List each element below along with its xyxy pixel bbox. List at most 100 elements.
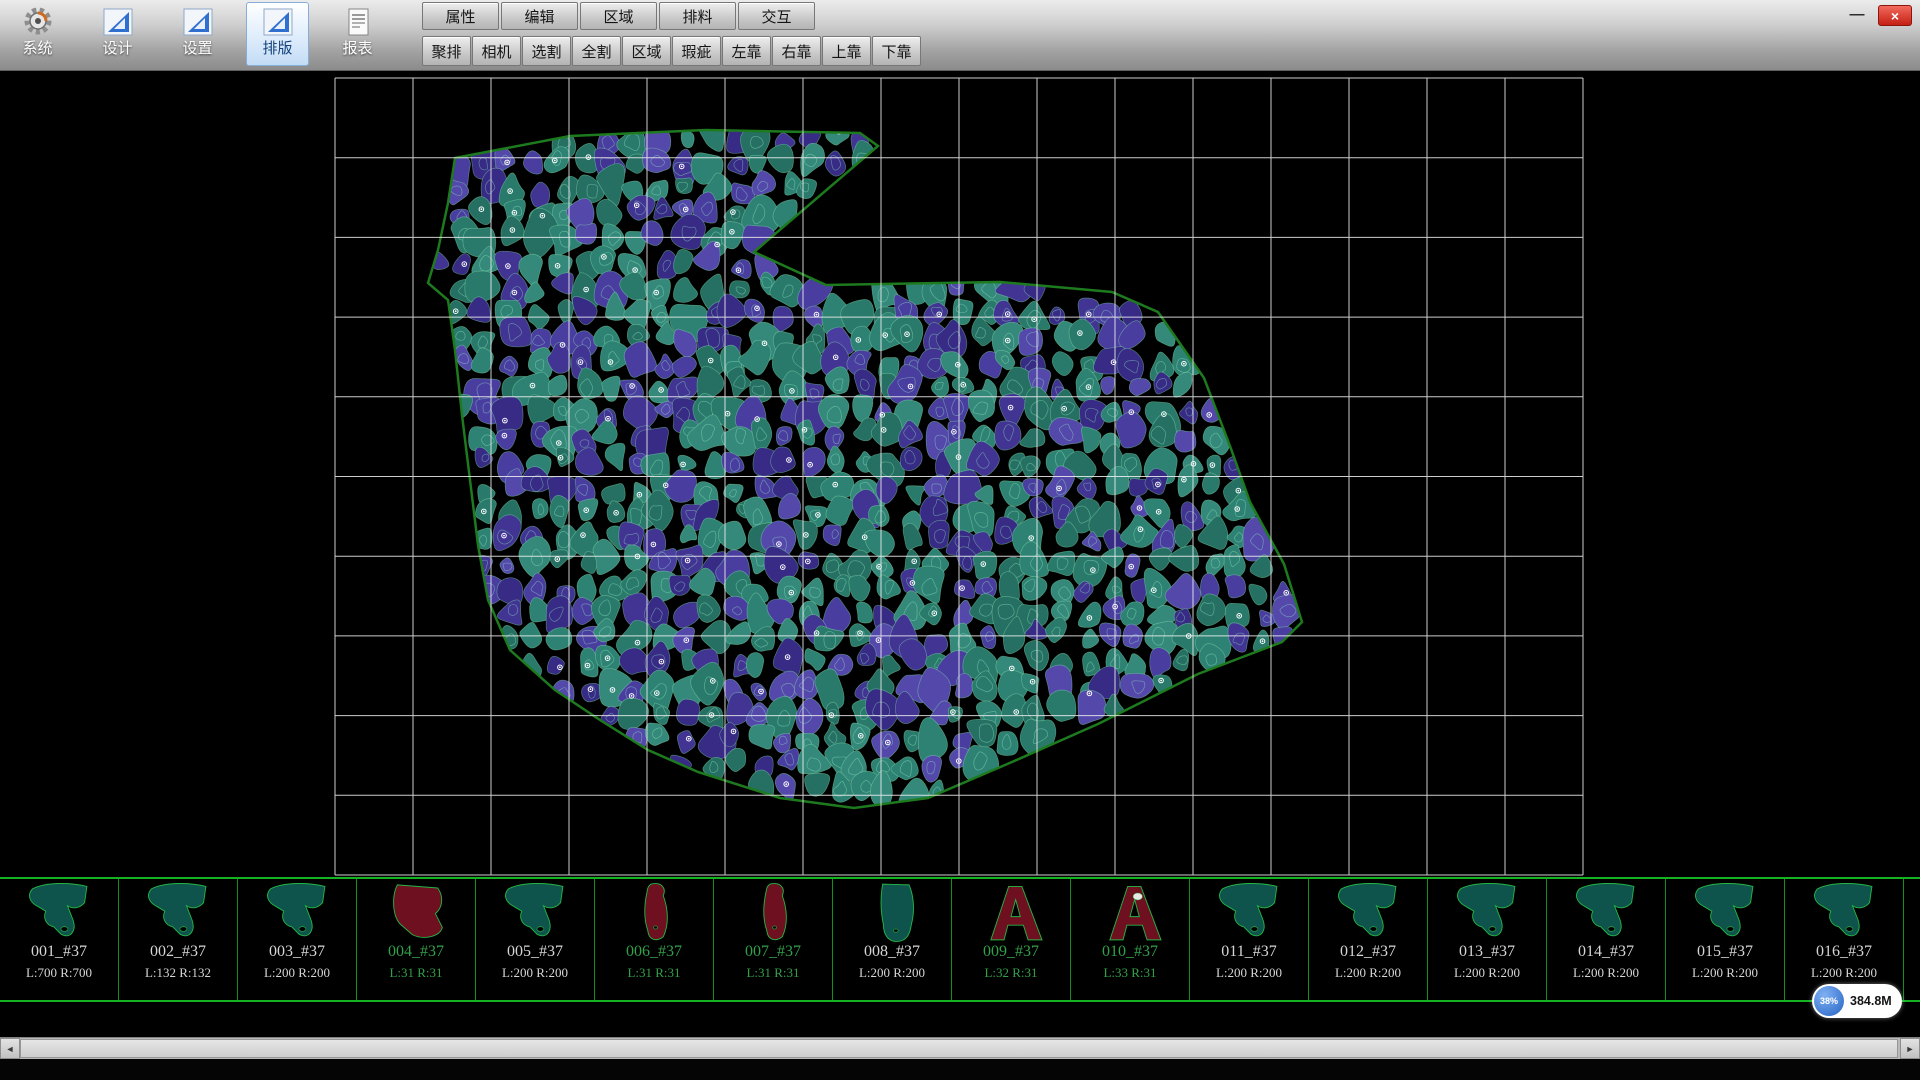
menu-region-button[interactable]: 区域 <box>580 2 657 30</box>
pattern-lr-count: L:200 R:200 <box>1190 966 1308 980</box>
pattern-id: 011_#37 <box>1190 943 1308 961</box>
scroll-left-arrow[interactable]: ◄ <box>0 1038 20 1059</box>
pattern-thumbnail-005_#37[interactable]: 005_#37L:200 R:200 <box>476 879 595 1000</box>
nested-piece[interactable] <box>681 131 694 148</box>
nested-piece[interactable] <box>676 699 699 725</box>
tool-align-right-button[interactable]: 右靠 <box>772 36 821 66</box>
pattern-thumbnail-007_#37[interactable]: 007_#37L:31 R:31 <box>714 879 833 1000</box>
pattern-id: 003_#37 <box>238 943 356 961</box>
pattern-lr-count: L:200 R:200 <box>1666 966 1784 980</box>
nav-label: 设置 <box>167 39 228 59</box>
nested-piece[interactable] <box>851 326 873 353</box>
pattern-thumbnail-002_#37[interactable]: 002_#37L:132 R:132 <box>119 879 238 1000</box>
menu-properties-button[interactable]: 属性 <box>422 2 499 30</box>
pattern-piece-shape <box>1696 883 1753 935</box>
nav-layout[interactable]: 排版 <box>246 2 309 66</box>
menu-interact-button[interactable]: 交互 <box>738 2 815 30</box>
pattern-piece-shape <box>1339 883 1396 935</box>
pattern-thumbnail-009_#37[interactable]: 009_#37L:32 R:31 <box>952 879 1071 1000</box>
pattern-piece-shape <box>30 883 87 935</box>
horizontal-scrollbar[interactable]: ◄ ► <box>0 1037 1920 1059</box>
pattern-piece-shape <box>881 884 913 941</box>
pattern-thumbnail-011_#37[interactable]: 011_#37 L:200 R:200 <box>1190 879 1309 1000</box>
pattern-id: 016_#37 <box>1785 943 1903 961</box>
menu-nesting-button[interactable]: 排料 <box>659 2 736 30</box>
pattern-lr-count: L:200 R:200 <box>833 966 951 980</box>
pattern-thumbnail-004_#37[interactable]: 004_#37 L:31 R:31 <box>357 879 476 1000</box>
minimize-button[interactable]: — <box>1844 5 1870 24</box>
nav-settings[interactable]: 设置 <box>166 2 229 66</box>
pattern-id: 004_#37 <box>357 943 475 961</box>
nav-label: 排版 <box>247 39 308 59</box>
menu-row-tools: 聚排相机选割全割区域瑕疵左靠右靠上靠下靠 <box>422 36 921 66</box>
settings-ruler-icon <box>181 5 215 39</box>
layout-ruler-icon <box>261 5 295 39</box>
tool-select-cut-button[interactable]: 选割 <box>522 36 571 66</box>
pattern-piece-shape <box>645 884 668 940</box>
pattern-thumbnail-006_#37[interactable]: 006_#37L:31 R:31 <box>595 879 714 1000</box>
pattern-id: 013_#37 <box>1428 943 1546 961</box>
gear-icon <box>21 5 55 39</box>
nav-bar: 系统设计设置排版报表 <box>6 2 389 66</box>
menu-row-top: 属性编辑区域排料交互 <box>422 2 815 30</box>
nav-label: 设计 <box>87 39 148 59</box>
pattern-lr-count: L:200 R:200 <box>1428 966 1546 980</box>
nav-design[interactable]: 设计 <box>86 2 149 66</box>
nesting-canvas[interactable] <box>0 70 1920 877</box>
nested-piece[interactable] <box>575 223 596 244</box>
pattern-id: 001_#37 <box>0 943 118 961</box>
pattern-id: 006_#37 <box>595 943 713 961</box>
pattern-thumbnail-001_#37[interactable]: 001_#37L:700 R:700 <box>0 879 119 1000</box>
pattern-thumbnail-012_#37[interactable]: 012_#37L:200 R:200 <box>1309 879 1428 1000</box>
pattern-lr-count: L:200 R:200 <box>1309 966 1427 980</box>
pattern-thumbnail-010_#37[interactable]: 010_#37L:33 R:31 <box>1071 879 1190 1000</box>
pattern-thumbnail-016_#37[interactable]: 016_#37 L:200 R:200 <box>1785 879 1904 1000</box>
tool-camera-button[interactable]: 相机 <box>472 36 521 66</box>
tool-defect-button[interactable]: 瑕疵 <box>672 36 721 66</box>
nav-report[interactable]: 报表 <box>326 2 389 66</box>
pattern-id: 002_#37 <box>119 943 237 961</box>
tool-cluster-nest-button[interactable]: 聚排 <box>422 36 471 66</box>
nested-piece[interactable] <box>997 731 1018 755</box>
pattern-lr-count: L:31 R:31 <box>357 966 475 980</box>
pattern-id: 010_#37 <box>1071 943 1189 961</box>
scroll-thumb[interactable] <box>20 1039 1898 1058</box>
tool-align-left-button[interactable]: 左靠 <box>722 36 771 66</box>
memory-value: 384.8M <box>1850 994 1892 1008</box>
nested-piece[interactable] <box>532 498 548 518</box>
toolbar: 系统设计设置排版报表 属性编辑区域排料交互 聚排相机选割全割区域瑕疵左靠右靠上靠… <box>0 0 1920 71</box>
pattern-thumbnail-013_#37[interactable]: 013_#37 L:200 R:200 <box>1428 879 1547 1000</box>
pattern-thumbnail-015_#37[interactable]: 015_#37 L:200 R:200 <box>1666 879 1785 1000</box>
pattern-piece-shape <box>149 883 206 935</box>
nested-piece[interactable] <box>928 520 949 548</box>
pattern-strip: 001_#37L:700 R:700002_#37L:132 R:132003_… <box>0 877 1920 1002</box>
pattern-lr-count: L:32 R:31 <box>952 966 1070 980</box>
tool-align-top-button[interactable]: 上靠 <box>822 36 871 66</box>
close-button[interactable]: × <box>1878 5 1912 26</box>
nested-piece[interactable] <box>500 317 532 347</box>
tool-align-bottom-button[interactable]: 下靠 <box>872 36 921 66</box>
pattern-thumbnail-014_#37[interactable]: 014_#37L:200 R:200 <box>1547 879 1666 1000</box>
app-window: 系统设计设置排版报表 属性编辑区域排料交互 聚排相机选割全割区域瑕疵左靠右靠上靠… <box>0 0 1920 1080</box>
menu-edit-button[interactable]: 编辑 <box>501 2 578 30</box>
pattern-piece-shape <box>1815 883 1872 935</box>
nested-piece[interactable] <box>669 575 691 595</box>
nested-piece[interactable] <box>798 552 819 569</box>
nav-system[interactable]: 系统 <box>6 2 69 66</box>
pattern-id: 007_#37 <box>714 943 832 961</box>
status-badge: 38% 384.8M <box>1812 984 1902 1018</box>
nested-piece[interactable] <box>675 178 692 194</box>
nested-piece[interactable] <box>955 673 973 698</box>
scroll-right-arrow[interactable]: ► <box>1900 1038 1920 1059</box>
pattern-lr-count: L:200 R:200 <box>1785 966 1903 980</box>
progress-circle: 38% <box>1814 986 1844 1016</box>
pattern-thumbnail-008_#37[interactable]: 008_#37L:200 R:200 <box>833 879 952 1000</box>
tool-cut-all-button[interactable]: 全割 <box>572 36 621 66</box>
pattern-thumbnail-003_#37[interactable]: 003_#37L:200 R:200 <box>238 879 357 1000</box>
pattern-lr-count: L:200 R:200 <box>1547 966 1665 980</box>
pattern-piece-shape <box>1577 883 1634 935</box>
pattern-id: 015_#37 <box>1666 943 1784 961</box>
design-ruler-icon <box>101 5 135 39</box>
tool-zone-button[interactable]: 区域 <box>622 36 671 66</box>
report-icon <box>341 5 375 39</box>
